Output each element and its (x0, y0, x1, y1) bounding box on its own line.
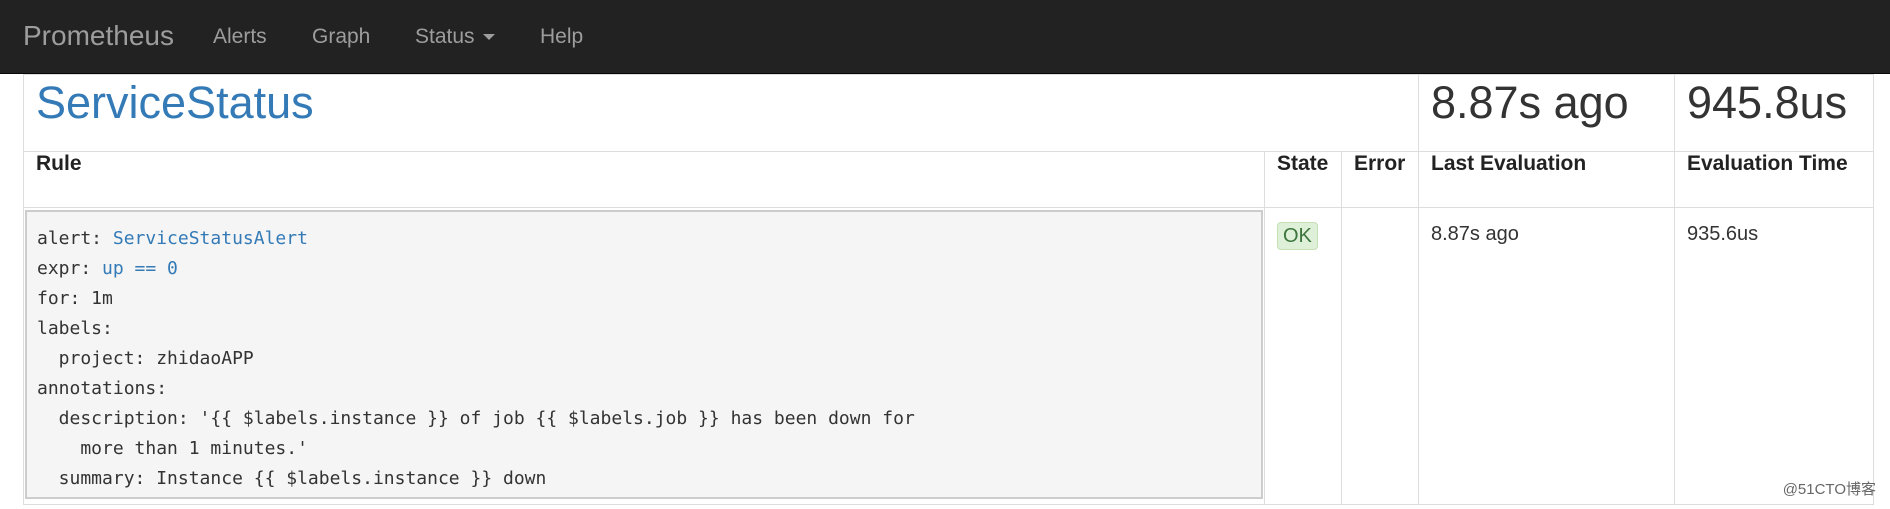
header-error: Error (1341, 151, 1419, 208)
rule-alert-name-link[interactable]: ServiceStatusAlert (113, 228, 308, 249)
table-row: alert: ServiceStatusAlert expr: up == 0 … (23, 207, 1874, 505)
nav-status[interactable]: Status (415, 24, 495, 50)
group-name[interactable]: ServiceStatus (36, 77, 314, 129)
chevron-down-icon (482, 34, 495, 41)
table-header-row: Rule State Error Last Evaluation Evaluat… (23, 151, 1874, 208)
group-title-cell: ServiceStatus (23, 74, 1419, 152)
rule-expr-key: expr: (37, 258, 103, 279)
rule-annotations: annotations: (37, 378, 168, 399)
rule-label-project: project: zhidaoAPP (37, 348, 254, 369)
group-evaluation-time: 945.8us (1687, 77, 1848, 128)
state-cell: OK (1264, 207, 1342, 505)
rule-group-table: ServiceStatus 8.87s ago 945.8us Rule Sta… (23, 74, 1874, 505)
status-badge: OK (1277, 222, 1318, 250)
group-row: ServiceStatus 8.87s ago 945.8us (23, 74, 1874, 152)
header-last-evaluation: Last Evaluation (1418, 151, 1675, 208)
group-last-evaluation: 8.87s ago (1431, 77, 1629, 128)
error-cell (1341, 207, 1419, 505)
rule-description-line-2: more than 1 minutes.' (37, 438, 308, 459)
rule-cell: alert: ServiceStatusAlert expr: up == 0 … (23, 207, 1265, 505)
rule-labels: labels: (37, 318, 113, 339)
last-evaluation-cell: 8.87s ago (1418, 207, 1675, 505)
rule-expr-link[interactable]: up == 0 (102, 258, 178, 279)
nav-help[interactable]: Help (540, 24, 583, 50)
group-evaluation-time-cell: 945.8us (1674, 74, 1874, 152)
evaluation-time-cell: 935.6us (1674, 207, 1874, 505)
rule-alert-key: alert: (37, 228, 113, 249)
header-rule: Rule (23, 151, 1265, 208)
nav-alerts[interactable]: Alerts (213, 24, 267, 50)
brand-link[interactable]: Prometheus (23, 18, 174, 54)
rule-evaluation-time: 935.6us (1687, 223, 1759, 245)
navbar: Prometheus Alerts Graph Status Help (0, 0, 1890, 74)
rule-last-evaluation: 8.87s ago (1431, 223, 1519, 245)
rule-definition: alert: ServiceStatusAlert expr: up == 0 … (25, 210, 1263, 499)
header-state: State (1264, 151, 1342, 208)
nav-status-label: Status (415, 25, 475, 48)
rule-for: for: 1m (37, 288, 113, 309)
rule-summary: summary: Instance {{ $labels.instance }}… (37, 468, 547, 489)
watermark: @51CTO博客 (1782, 481, 1876, 498)
group-last-evaluation-cell: 8.87s ago (1418, 74, 1675, 152)
rule-description-line-1: description: '{{ $labels.instance }} of … (37, 408, 915, 429)
nav-graph[interactable]: Graph (312, 24, 370, 50)
header-evaluation-time: Evaluation Time (1674, 151, 1874, 208)
